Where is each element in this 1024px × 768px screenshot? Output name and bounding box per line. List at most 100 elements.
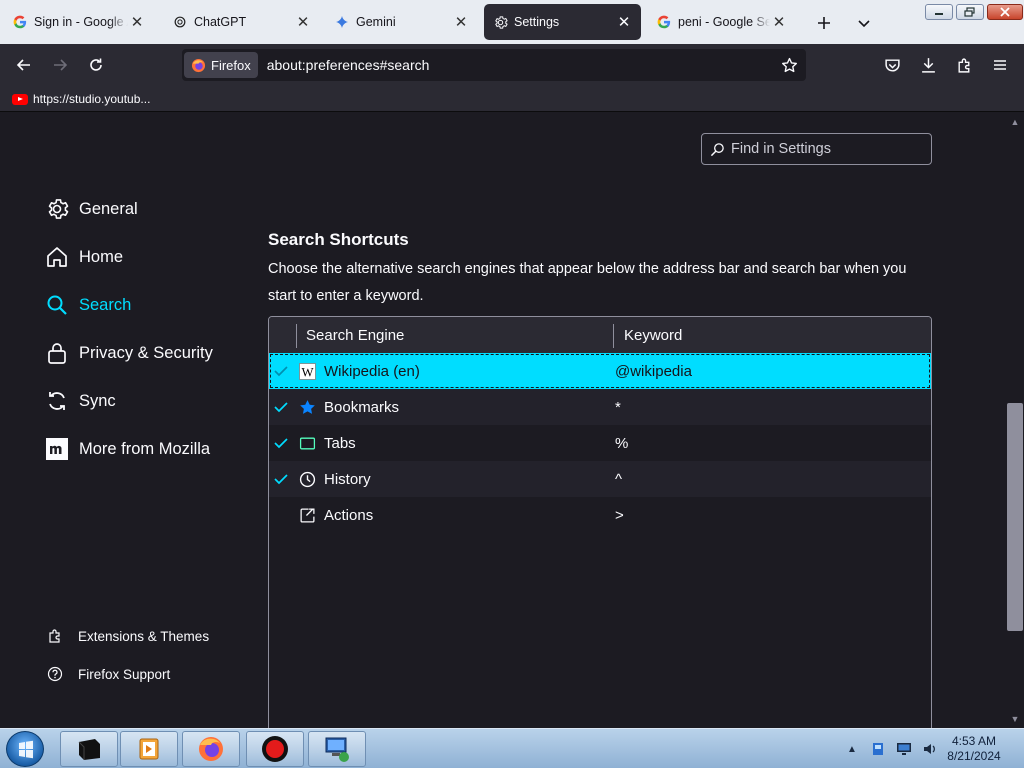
- close-icon[interactable]: ✕: [294, 13, 312, 31]
- firefox-logo-icon: [191, 58, 206, 72]
- category-home[interactable]: Home: [44, 241, 123, 273]
- scrollbar-thumb[interactable]: [1007, 403, 1023, 631]
- url-bar[interactable]: Firefox about:preferences#search: [182, 49, 806, 81]
- openai-icon: [172, 14, 188, 30]
- firefox-support-link[interactable]: Firefox Support: [46, 663, 170, 685]
- firefox-logo-icon: [199, 737, 223, 761]
- taskbar-app-terminal[interactable]: [60, 731, 118, 767]
- tab-title: Gemini: [356, 15, 396, 29]
- tab-title: ChatGPT: [194, 15, 247, 29]
- windows-taskbar: ▲ 4:53 AM 8/21/2024: [0, 728, 1024, 768]
- volume-icon[interactable]: [920, 740, 940, 758]
- extensions-button[interactable]: [950, 51, 978, 79]
- table-row[interactable]: W Wikipedia (en) @wikipedia: [269, 353, 931, 389]
- restore-button[interactable]: [956, 4, 984, 20]
- url-text[interactable]: about:preferences#search: [267, 57, 430, 73]
- checkbox-unchecked[interactable]: [272, 506, 290, 524]
- close-icon[interactable]: ✕: [128, 13, 146, 31]
- wikipedia-icon: W: [298, 362, 316, 380]
- hamburger-menu-icon: [994, 60, 1006, 70]
- category-sync[interactable]: Sync: [44, 385, 116, 417]
- search-icon: [710, 142, 724, 156]
- start-button[interactable]: [6, 731, 44, 767]
- close-icon[interactable]: ✕: [615, 13, 633, 31]
- tab-chatgpt[interactable]: ChatGPT ✕: [164, 4, 320, 40]
- tab-strip: Sign in - Google Accounts ✕ ChatGPT ✕ Ge…: [0, 0, 1024, 44]
- tab-settings[interactable]: Settings ✕: [484, 4, 641, 40]
- engine-name: Wikipedia (en): [324, 362, 420, 380]
- table-row[interactable]: Bookmarks *: [269, 389, 931, 425]
- minimize-button[interactable]: [925, 4, 953, 20]
- downloads-button[interactable]: [914, 51, 942, 79]
- category-more-from-mozilla[interactable]: More from Mozilla: [44, 433, 210, 465]
- table-row[interactable]: Tabs %: [269, 425, 931, 461]
- close-icon[interactable]: ✕: [770, 13, 788, 31]
- taskbar-app-remote-desktop[interactable]: [308, 731, 366, 767]
- category-search[interactable]: Search: [44, 289, 131, 321]
- column-divider: [296, 324, 297, 348]
- window-close-button[interactable]: [987, 4, 1023, 20]
- list-all-tabs-button[interactable]: [853, 12, 875, 34]
- table-row[interactable]: History ^: [269, 461, 931, 497]
- system-tray: ▲: [842, 729, 946, 768]
- mozilla-icon: [44, 436, 70, 462]
- arrow-left-icon: [16, 59, 30, 71]
- checkbox-checked-icon[interactable]: [272, 434, 290, 452]
- reload-button[interactable]: [82, 51, 110, 79]
- puzzle-icon: [957, 58, 969, 73]
- show-hidden-icons-icon[interactable]: ▲: [842, 740, 862, 758]
- new-tab-button[interactable]: [813, 12, 835, 34]
- star-outline-icon: [781, 57, 797, 72]
- checkbox-checked-icon[interactable]: [272, 470, 290, 488]
- column-header-keyword[interactable]: Keyword: [624, 327, 682, 344]
- tab-google-signin[interactable]: Sign in - Google Accounts ✕: [4, 4, 154, 40]
- engine-keyword[interactable]: *: [615, 399, 621, 416]
- search-engine-table[interactable]: Search Engine Keyword W Wikipedia (en) @…: [268, 316, 932, 728]
- pocket-button[interactable]: [878, 51, 906, 79]
- tab-title: Settings: [514, 15, 560, 29]
- find-in-settings-input[interactable]: [731, 141, 921, 157]
- monitor-icon[interactable]: [894, 740, 914, 758]
- minimize-icon: [935, 13, 943, 15]
- gear-icon: [44, 196, 70, 222]
- engine-keyword[interactable]: %: [615, 435, 628, 452]
- tab-title: peni - Google Search: [678, 15, 770, 29]
- find-in-settings[interactable]: [701, 133, 932, 165]
- extensions-themes-link[interactable]: Extensions & Themes: [46, 625, 209, 647]
- tab-google-search[interactable]: peni - Google Search ✕: [648, 4, 796, 40]
- scroll-down-arrow-icon[interactable]: ▼: [1010, 714, 1020, 724]
- engine-name: Tabs: [324, 434, 356, 452]
- engine-keyword[interactable]: @wikipedia: [615, 363, 692, 380]
- footer-label: Extensions & Themes: [78, 628, 210, 644]
- back-button[interactable]: [10, 51, 38, 79]
- category-privacy[interactable]: Privacy & Security: [44, 337, 213, 369]
- sync-icon: [44, 388, 70, 414]
- engine-keyword[interactable]: ^: [615, 471, 622, 488]
- column-header-engine[interactable]: Search Engine: [306, 327, 404, 344]
- system-clock[interactable]: 4:53 AM 8/21/2024: [938, 734, 1010, 764]
- section-title: Search Shortcuts: [268, 230, 409, 249]
- taskbar-app-recorder[interactable]: [246, 731, 304, 767]
- actions-icon: [298, 506, 316, 524]
- engine-keyword[interactable]: >: [615, 507, 624, 524]
- youtube-icon: [12, 93, 28, 105]
- forward-button[interactable]: [46, 51, 74, 79]
- close-icon[interactable]: ✕: [452, 13, 470, 31]
- taskbar-app-firefox[interactable]: [182, 731, 240, 767]
- network-app-tray-icon[interactable]: [868, 740, 888, 758]
- download-icon: [921, 57, 935, 73]
- bookmark-page-button[interactable]: [778, 54, 800, 76]
- identity-box[interactable]: Firefox: [184, 52, 258, 78]
- section-description: Choose the alternative search engines th…: [268, 261, 907, 304]
- taskbar-app-media-player[interactable]: [120, 731, 178, 767]
- checkbox-checked-icon[interactable]: [272, 398, 290, 416]
- category-label: General: [79, 199, 138, 218]
- app-menu-button[interactable]: [986, 51, 1014, 79]
- scroll-up-arrow-icon[interactable]: ▲: [1010, 117, 1020, 127]
- checkbox-checked-icon[interactable]: [272, 362, 290, 380]
- bookmark-item[interactable]: https://studio.youtub...: [12, 90, 150, 108]
- page-scrollbar[interactable]: ▲ ▼: [1006, 113, 1024, 728]
- tab-gemini[interactable]: Gemini ✕: [326, 4, 478, 40]
- category-general[interactable]: General: [44, 193, 138, 225]
- table-row[interactable]: Actions >: [269, 497, 931, 533]
